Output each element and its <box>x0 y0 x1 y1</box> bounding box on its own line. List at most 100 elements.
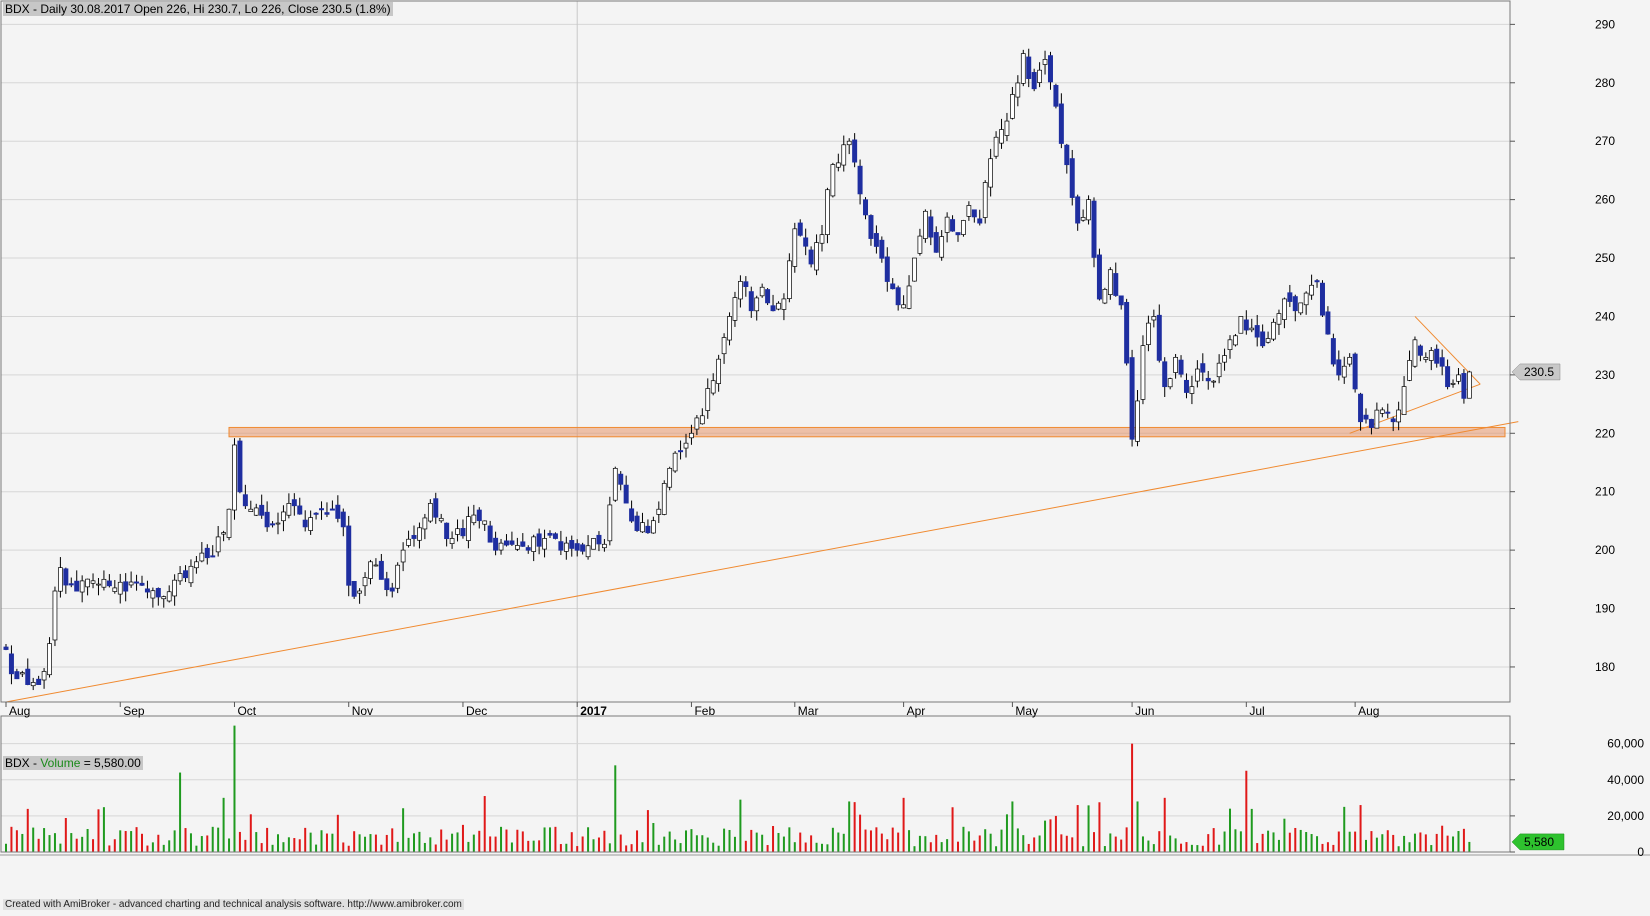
volume-bar-down <box>1131 743 1134 852</box>
candle-up <box>194 561 199 569</box>
volume-bar-up <box>277 834 279 852</box>
candle-up <box>585 545 591 558</box>
volume-bar-up <box>1016 828 1019 852</box>
candle-down <box>895 287 901 306</box>
candle-down <box>155 587 161 598</box>
candle-up <box>1282 298 1287 320</box>
candle-up <box>814 242 819 271</box>
candle-up <box>787 260 792 299</box>
volume-bar-down <box>636 830 639 852</box>
candle-down <box>1314 280 1320 283</box>
volume-bar-down <box>124 831 127 852</box>
candle-down <box>1461 373 1467 399</box>
candle-up <box>901 304 906 309</box>
candle-up <box>101 578 107 588</box>
candle-down <box>1439 357 1445 367</box>
volume-bar-down <box>1201 845 1204 852</box>
volume-bar-down <box>869 830 872 852</box>
volume-bar-down <box>1359 805 1362 852</box>
candle-up <box>689 432 694 439</box>
candle-down <box>389 587 395 592</box>
candle-down <box>14 671 20 680</box>
volume-tick-label: 20,000 <box>1607 809 1644 823</box>
volume-bar-down <box>374 834 377 852</box>
volume-bar-up <box>1082 846 1085 852</box>
volume-bar-up <box>739 799 742 852</box>
candle-down <box>1385 411 1391 414</box>
price-tick-label: 180 <box>1595 660 1615 674</box>
candle-down <box>520 541 526 547</box>
candle-up <box>226 508 232 538</box>
volume-bar-up <box>1452 836 1455 852</box>
candle-up <box>417 527 422 541</box>
candle-down <box>291 499 297 507</box>
volume-bar-down <box>1125 827 1128 852</box>
candle-up <box>841 144 847 166</box>
candle-up <box>923 210 928 239</box>
candle-down <box>1390 418 1396 423</box>
candle-up <box>1271 321 1276 340</box>
volume-bar-up <box>119 830 122 852</box>
volume-bar-up <box>200 836 203 852</box>
candle-down <box>1330 338 1336 365</box>
volume-bar-up <box>1169 835 1172 852</box>
price-tick-label: 200 <box>1595 543 1615 557</box>
volume-bar-up <box>413 833 415 852</box>
candle-up <box>79 580 85 593</box>
volume-bar-down <box>750 829 753 852</box>
chart-canvas[interactable]: 180 190 200 210 220 230 240 250 260 270 280 290 0 20… <box>0 0 1650 911</box>
volume-bar-up <box>668 831 671 852</box>
candle-up <box>422 517 428 530</box>
volume-bar-up <box>233 725 236 852</box>
candle-down <box>335 504 341 519</box>
candle-down <box>378 560 384 580</box>
volume-bar-up <box>1103 846 1106 852</box>
candle-up <box>542 538 547 550</box>
volume-bar-down <box>875 827 878 852</box>
candle-down <box>765 289 771 304</box>
candle-down <box>634 515 640 531</box>
candle-down <box>8 653 14 675</box>
volume-bar-up <box>782 836 785 852</box>
candle-up <box>19 672 25 675</box>
candle-up <box>1423 356 1429 360</box>
date-tick-label: Mar <box>798 704 819 718</box>
volume-bar-down <box>1321 843 1324 852</box>
volume-bar-up <box>663 836 666 852</box>
candle-down <box>1058 103 1064 144</box>
volume-bar-up <box>1000 829 1003 852</box>
volume-bar-down <box>135 827 138 852</box>
volume-bar-up <box>723 828 726 852</box>
volume-bar-down <box>766 845 769 852</box>
candle-down <box>928 216 934 238</box>
volume-bar-up <box>423 842 426 852</box>
candle-down <box>1091 200 1097 258</box>
amibroker-chart-window: 180 190 200 210 220 230 240 250 260 270 280 290 0 20… <box>0 0 1650 911</box>
volume-bar-down <box>64 817 67 852</box>
volume-bar-up <box>1348 831 1351 852</box>
candle-up <box>1211 380 1217 383</box>
candle-down <box>302 519 308 528</box>
candle-up <box>759 286 765 297</box>
candle-up <box>52 590 58 641</box>
candle-up <box>705 388 711 411</box>
candle-down <box>1075 196 1081 224</box>
date-tick-label: Jul <box>1249 704 1264 718</box>
candle-down <box>493 537 499 551</box>
volume-bar-down <box>157 834 160 852</box>
candle-up <box>825 189 830 235</box>
volume-bar-up <box>358 834 361 852</box>
volume-bar-up <box>228 838 231 852</box>
candle-up <box>188 565 194 584</box>
volume-bar-up <box>467 841 470 852</box>
date-tick-label: Dec <box>466 704 487 718</box>
candle-down <box>1352 353 1358 390</box>
price-tick-label: 250 <box>1595 251 1615 265</box>
candle-down <box>1319 282 1325 316</box>
candle-up <box>1374 409 1380 429</box>
volume-bar-down <box>461 824 464 852</box>
candle-down <box>623 484 629 504</box>
candle-up <box>96 583 101 586</box>
volume-header-prefix: BDX - <box>5 756 41 770</box>
volume-bar-up <box>913 846 916 852</box>
